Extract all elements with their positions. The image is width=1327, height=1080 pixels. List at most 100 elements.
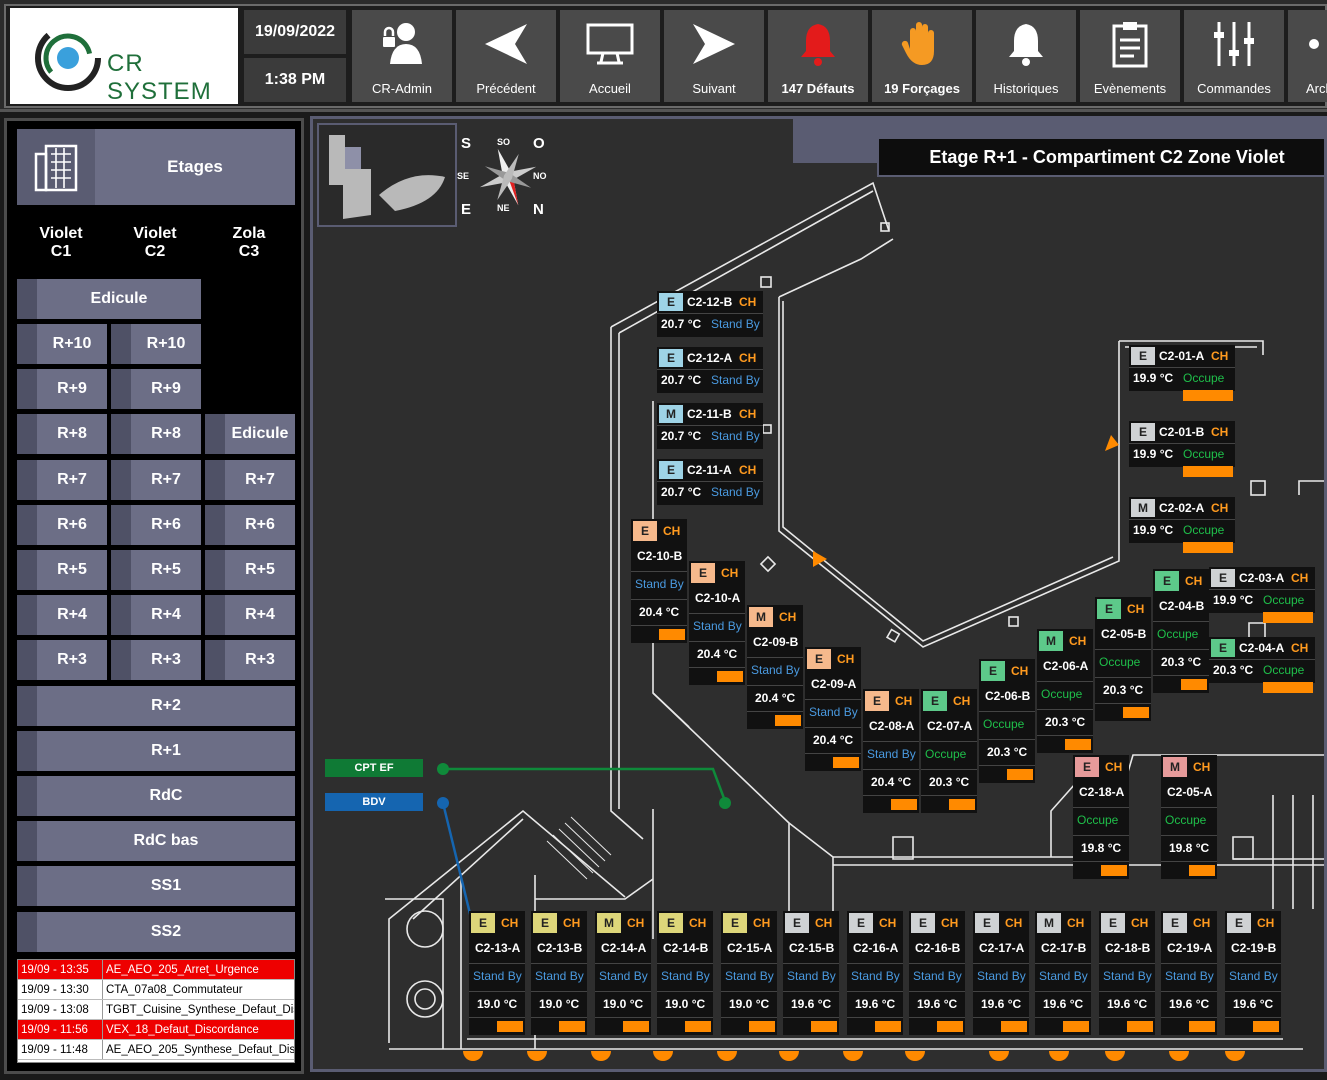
floor-button-c2[interactable]: R+8 [111, 414, 201, 454]
room-tile[interactable]: E CH C2-13-A Stand By 19.0 °C [469, 911, 525, 1035]
room-tile[interactable]: E C2-01-A CH 19.9 °C Occupe [1129, 345, 1235, 401]
nav-forcings-button[interactable]: 19 Forçages [872, 10, 972, 102]
site-minimap[interactable] [317, 123, 457, 227]
floor-button-c1[interactable]: R+6 [17, 505, 107, 545]
floor-button-c2[interactable]: R+10 [111, 324, 201, 364]
room-name: C2-13-A [475, 941, 521, 955]
floor-button-c3[interactable]: R+4 [205, 595, 295, 635]
floor-button-c2[interactable]: R+9 [111, 369, 201, 409]
room-tile[interactable]: E CH C2-19-B Stand By 19.6 °C [1225, 911, 1281, 1035]
floor-button-c1[interactable]: R+7 [17, 460, 107, 500]
room-tile[interactable]: E CH C2-10-B Stand By 20.4 °C [631, 519, 687, 643]
alarm-row[interactable]: 19/09 - 13:08 TGBT_Cuisine_Synthese_Defau… [18, 1000, 294, 1020]
room-tile[interactable]: E C2-11-A CH 20.7 °C Stand By [657, 459, 763, 505]
nav-defaults-button[interactable]: 147 Défauts [768, 10, 868, 102]
floor-button-c1[interactable]: R+3 [17, 640, 107, 680]
room-tile[interactable]: E CH C2-06-B Occupe 20.3 °C [979, 659, 1035, 783]
room-status-bar [1263, 682, 1313, 693]
room-tile[interactable]: M C2-11-B CH 20.7 °C Stand By [657, 403, 763, 449]
room-tile[interactable]: M C2-02-A CH 19.9 °C Occupe [1129, 497, 1235, 553]
floor-button-edicule[interactable]: Edicule [17, 279, 201, 319]
floor-button-c3[interactable]: R+7 [205, 460, 295, 500]
nav-home-button[interactable]: Accueil [560, 10, 660, 102]
floor-button-c3[interactable]: R+5 [205, 550, 295, 590]
room-tile[interactable]: E CH C2-15-B Stand By 19.6 °C [783, 911, 839, 1035]
room-name: C2-14-A [601, 941, 647, 955]
room-tile[interactable]: E CH C2-07-A Occupe 20.3 °C [921, 689, 977, 813]
room-tile[interactable]: E C2-03-A CH 19.9 °C Occupe [1209, 567, 1315, 623]
nav-cr-admin-button[interactable]: CR-Admin [352, 10, 452, 102]
floor-button-shared[interactable]: R+1 [17, 731, 295, 771]
room-tile[interactable]: E CH C2-13-B Stand By 19.0 °C [531, 911, 587, 1035]
room-tile[interactable]: E C2-04-A CH 20.3 °C Occupe [1209, 637, 1315, 693]
room-heating-mode: CH [1131, 916, 1149, 930]
floor-button-c2[interactable]: R+3 [111, 640, 201, 680]
room-tile[interactable]: E CH C2-08-A Stand By 20.4 °C [863, 689, 919, 813]
room-tile-divider [921, 741, 977, 742]
room-tile-divider [1129, 367, 1235, 368]
floor-button-c1[interactable]: R+4 [17, 595, 107, 635]
room-tile[interactable]: E CH C2-14-B Stand By 19.0 °C [657, 911, 713, 1035]
room-tile[interactable]: M CH C2-09-B Stand By 20.4 °C [747, 605, 803, 729]
nav-archive-button[interactable]: Arch [1288, 10, 1327, 102]
room-tile[interactable]: E CH C2-10-A Stand By 20.4 °C [689, 561, 745, 685]
floor-button-c3[interactable]: R+3 [205, 640, 295, 680]
alarm-row[interactable]: 19/09 - 11:48 AE_AEO_205_Synthese_Defaut_… [18, 1040, 294, 1060]
room-tile[interactable]: M CH C2-17-B Stand By 19.6 °C [1035, 911, 1091, 1035]
floor-button-shared[interactable]: RdC bas [17, 821, 295, 861]
floor-button-shared[interactable]: RdC [17, 776, 295, 816]
floor-button-c3[interactable]: R+6 [205, 505, 295, 545]
room-tile-divider [863, 741, 919, 742]
room-heating-mode: CH [1211, 425, 1229, 439]
meter-tag-bdv[interactable]: BDV [325, 793, 423, 811]
floor-button-c1[interactable]: R+5 [17, 550, 107, 590]
nav-events-button[interactable]: Evènements [1080, 10, 1180, 102]
floor-button-c1[interactable]: R+10 [17, 324, 107, 364]
floor-button-c2[interactable]: R+4 [111, 595, 201, 635]
room-tile[interactable]: E CH C2-17-A Stand By 19.6 °C [973, 911, 1029, 1035]
room-mode-badge: E [659, 293, 683, 311]
room-tile[interactable]: E C2-12-A CH 20.7 °C Stand By [657, 347, 763, 393]
floor-button-c1[interactable]: R+9 [17, 369, 107, 409]
alarm-row[interactable]: 19/09 - 13:30 CTA_07a08_Commutateur [18, 980, 294, 1000]
room-tile[interactable]: M CH C2-14-A Stand By 19.0 °C [595, 911, 651, 1035]
floor-button-c2[interactable]: R+5 [111, 550, 201, 590]
floor-button-shared[interactable]: SS2 [17, 912, 295, 952]
floor-button-c2[interactable]: R+7 [111, 460, 201, 500]
alarm-row[interactable]: 19/09 - 13:35 AE_AEO_205_Arret_Urgence [18, 960, 294, 980]
compass-label-n: N [533, 201, 544, 218]
room-tile[interactable]: M CH C2-05-A Occupe 19.8 °C [1161, 755, 1217, 879]
room-tile[interactable]: E CH C2-04-B Occupe 20.3 °C [1153, 569, 1209, 693]
room-mode-badge: E [865, 691, 889, 711]
floor-button-c2[interactable]: R+6 [111, 505, 201, 545]
floor-button-c3[interactable]: Edicule [205, 414, 295, 454]
floor-button-c1[interactable]: R+8 [17, 414, 107, 454]
room-tile-divider [973, 963, 1029, 964]
alarm-row[interactable]: 19/09 - 11:56 VEX_18_Defaut_Discordance [18, 1020, 294, 1040]
room-occupancy-state: Occupe [1165, 813, 1207, 827]
floor-button-shared[interactable]: SS1 [17, 866, 295, 906]
floor-button-shared[interactable]: R+2 [17, 686, 295, 726]
room-tile[interactable]: E CH C2-18-A Occupe 19.8 °C [1073, 755, 1129, 879]
room-status-bar [1127, 1021, 1153, 1032]
room-tile[interactable]: E CH C2-05-B Occupe 20.3 °C [1095, 597, 1151, 721]
room-heating-mode: CH [739, 295, 757, 309]
room-tile[interactable]: E CH C2-19-A Stand By 19.6 °C [1161, 911, 1217, 1035]
room-tile[interactable]: E C2-12-B CH 20.7 °C Stand By [657, 291, 763, 337]
room-tile[interactable]: M CH C2-06-A Occupe 20.3 °C [1037, 629, 1093, 753]
nav-next-button[interactable]: Suivant [664, 10, 764, 102]
room-tile[interactable]: E CH C2-18-B Stand By 19.6 °C [1099, 911, 1155, 1035]
room-name: C2-09-A [811, 677, 857, 691]
nav-commands-button[interactable]: Commandes [1184, 10, 1284, 102]
room-tile[interactable]: E CH C2-16-A Stand By 19.6 °C [847, 911, 903, 1035]
room-tile[interactable]: E CH C2-09-A Stand By 20.4 °C [805, 647, 861, 771]
nav-history-button[interactable]: Historiques [976, 10, 1076, 102]
nav-previous-button[interactable]: Précédent [456, 10, 556, 102]
floors-header[interactable]: Etages [17, 129, 295, 205]
meter-tag-cpt-ef[interactable]: CPT EF [325, 759, 423, 777]
room-mode-badge: E [533, 913, 557, 933]
room-status-bar [1065, 739, 1091, 750]
room-tile[interactable]: E CH C2-16-B Stand By 19.6 °C [909, 911, 965, 1035]
room-tile[interactable]: E C2-01-B CH 19.9 °C Occupe [1129, 421, 1235, 477]
room-tile[interactable]: E CH C2-15-A Stand By 19.0 °C [721, 911, 777, 1035]
